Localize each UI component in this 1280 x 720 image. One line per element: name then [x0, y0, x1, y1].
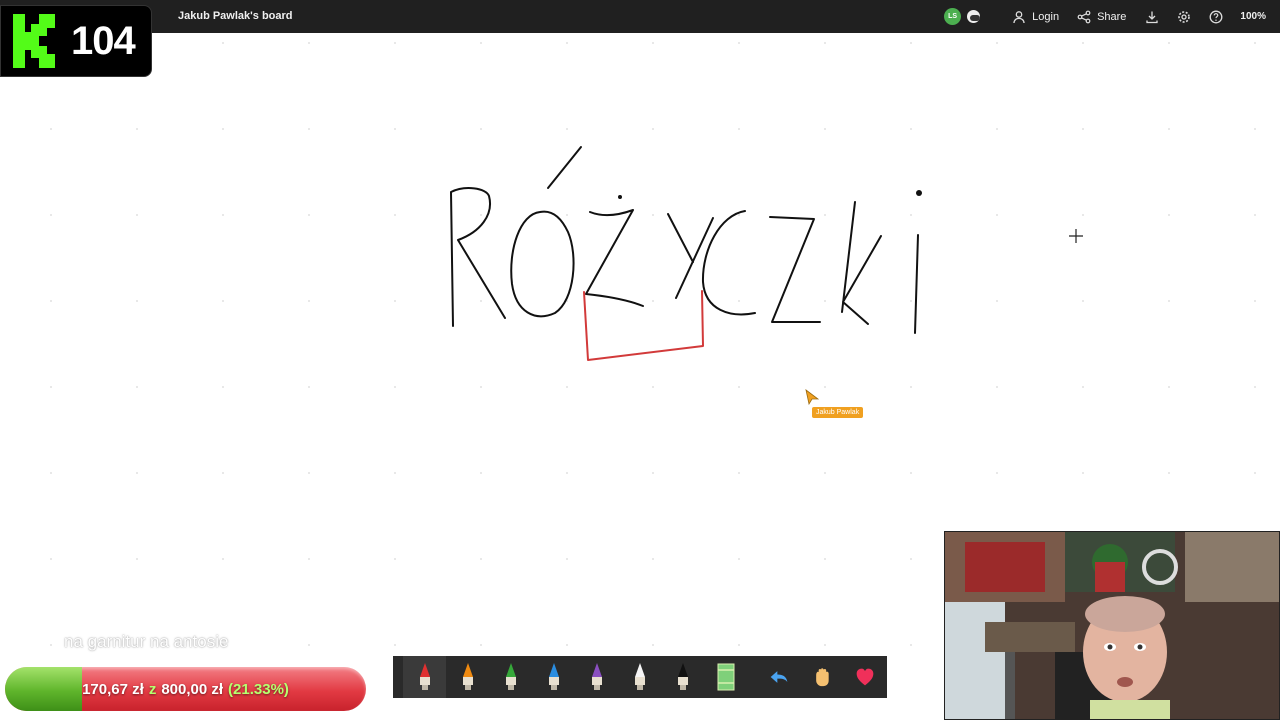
white-marker-icon: [634, 663, 645, 690]
user-avatar[interactable]: LS: [944, 8, 962, 25]
user-avatar-photo[interactable]: [965, 8, 983, 25]
stroke-r: [450, 187, 506, 327]
user-icon: [1013, 10, 1025, 23]
stroke-z1: [585, 209, 644, 307]
blue-marker-icon: [548, 663, 559, 690]
k-logo-icon: [13, 14, 55, 68]
download-button[interactable]: [1144, 9, 1160, 25]
help-button[interactable]: [1208, 9, 1224, 25]
donation-goal-bar: 170,67 zł z 800,00 zł (21.33%): [5, 667, 366, 711]
tool-undo[interactable]: [757, 656, 800, 698]
stroke-k: [841, 201, 882, 325]
red-marker-icon: [419, 663, 430, 690]
download-icon: [1146, 11, 1159, 23]
share-label: Share: [1097, 10, 1127, 23]
green-marker-icon: [505, 663, 516, 690]
drawing-toolbar: [393, 656, 887, 698]
donation-separator: z: [148, 680, 157, 698]
stroke-dot-i: [916, 190, 922, 196]
heart-icon: [856, 668, 873, 686]
logo-number: 104: [71, 18, 136, 63]
help-icon: [1209, 10, 1223, 23]
hand-icon: [815, 668, 829, 687]
stroke-i: [914, 234, 919, 334]
donation-text: 170,67 zł z 800,00 zł (21.33%): [5, 667, 366, 711]
gear-icon: [1178, 10, 1191, 23]
tool-black-marker[interactable]: [661, 656, 704, 698]
remote-cursor-icon: [805, 389, 819, 405]
donation-current: 170,67 zł: [82, 680, 144, 698]
orange-marker-icon: [462, 663, 473, 690]
share-icon: [1077, 10, 1091, 23]
tool-orange-marker[interactable]: [446, 656, 489, 698]
top-bar: Jakub Pawlak's board LS Login Share 100%: [0, 0, 1280, 33]
settings-button[interactable]: [1176, 9, 1192, 25]
tool-blue-marker[interactable]: [532, 656, 575, 698]
stroke-z2: [769, 216, 821, 323]
stroke-c: [701, 210, 756, 316]
share-button[interactable]: Share: [1077, 10, 1126, 24]
eraser-icon: [717, 663, 734, 691]
remote-cursor-label: Jakub Pawlak: [812, 407, 864, 418]
donation-percent: (21.33%): [228, 680, 289, 698]
tool-red-marker[interactable]: [403, 656, 446, 698]
purple-marker-icon: [591, 663, 602, 690]
stroke-dot-z: [618, 195, 622, 199]
zoom-level[interactable]: 100%: [1240, 11, 1266, 22]
webcam-image: [945, 532, 1279, 719]
login-button[interactable]: Login: [1012, 10, 1059, 24]
undo-icon: [770, 671, 787, 683]
crosshair-icon: [1069, 229, 1083, 243]
stroke-accent: [547, 146, 582, 189]
stream-caption: na garnitur na antosie: [64, 632, 229, 651]
tool-heart[interactable]: [843, 656, 886, 698]
donation-goal: 800,00 zł: [161, 680, 224, 698]
stroke-red-box: [583, 290, 704, 361]
board-title: Jakub Pawlak's board: [178, 10, 293, 22]
top-bar-actions: LS Login Share 100%: [944, 0, 1266, 33]
black-marker-icon: [677, 663, 688, 690]
stroke-o: [510, 210, 575, 318]
tool-green-marker[interactable]: [489, 656, 532, 698]
tool-hand[interactable]: [800, 656, 843, 698]
tool-purple-marker[interactable]: [575, 656, 618, 698]
login-label: Login: [1032, 10, 1060, 23]
tool-eraser[interactable]: [704, 656, 747, 698]
tool-white-marker[interactable]: [618, 656, 661, 698]
stroke-y: [667, 213, 714, 299]
channel-logo: 104: [0, 5, 152, 77]
webcam-feed: [944, 531, 1280, 720]
